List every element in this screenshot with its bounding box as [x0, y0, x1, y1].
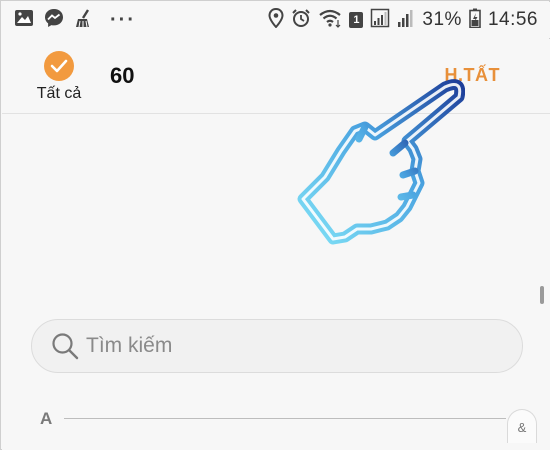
search-input[interactable]: Tìm kiếm: [31, 319, 523, 373]
location-icon: [268, 7, 284, 33]
sim-signal-icon: [370, 8, 390, 33]
alarm-icon: [291, 8, 311, 33]
contact-list-area: Tìm kiếm A &: [2, 114, 550, 450]
section-letter: A: [40, 409, 53, 428]
checkmark-icon: [50, 59, 68, 73]
battery-icon: [469, 8, 481, 33]
selected-count: 60: [110, 63, 135, 88]
sim-badge: 1: [349, 12, 364, 28]
selection-header: Tất cả 60 H.TẤT: [2, 39, 550, 113]
gallery-icon: [14, 9, 34, 32]
more-notifications-icon: ···: [110, 9, 136, 31]
battery-percent: 31%: [422, 9, 462, 30]
search-icon: [52, 333, 79, 360]
clock: 14:56: [487, 9, 538, 30]
phone-screen: ··· 1 31% 14:56 Tất cả 60 H.TẤT Tìm kiếm…: [0, 0, 550, 450]
status-bar: ··· 1 31% 14:56: [2, 2, 550, 38]
messenger-icon: [44, 8, 64, 33]
cleaner-icon: [74, 8, 94, 33]
section-divider: [64, 418, 506, 419]
wifi-icon: [318, 8, 342, 33]
signal-icon: [397, 8, 415, 33]
status-bar-right: 1 31% 14:56: [268, 7, 538, 33]
hand-pointer-icon: [297, 79, 465, 245]
scrollbar-thumb[interactable]: [540, 286, 544, 304]
section-header: A: [40, 407, 510, 431]
select-all-label: Tất cả: [36, 85, 82, 102]
select-all-toggle[interactable]: Tất cả: [28, 51, 90, 107]
select-all-checkbox[interactable]: [44, 51, 74, 81]
index-scroller-item[interactable]: &: [507, 409, 537, 443]
search-placeholder: Tìm kiếm: [86, 334, 173, 357]
status-bar-left: ···: [14, 8, 136, 33]
